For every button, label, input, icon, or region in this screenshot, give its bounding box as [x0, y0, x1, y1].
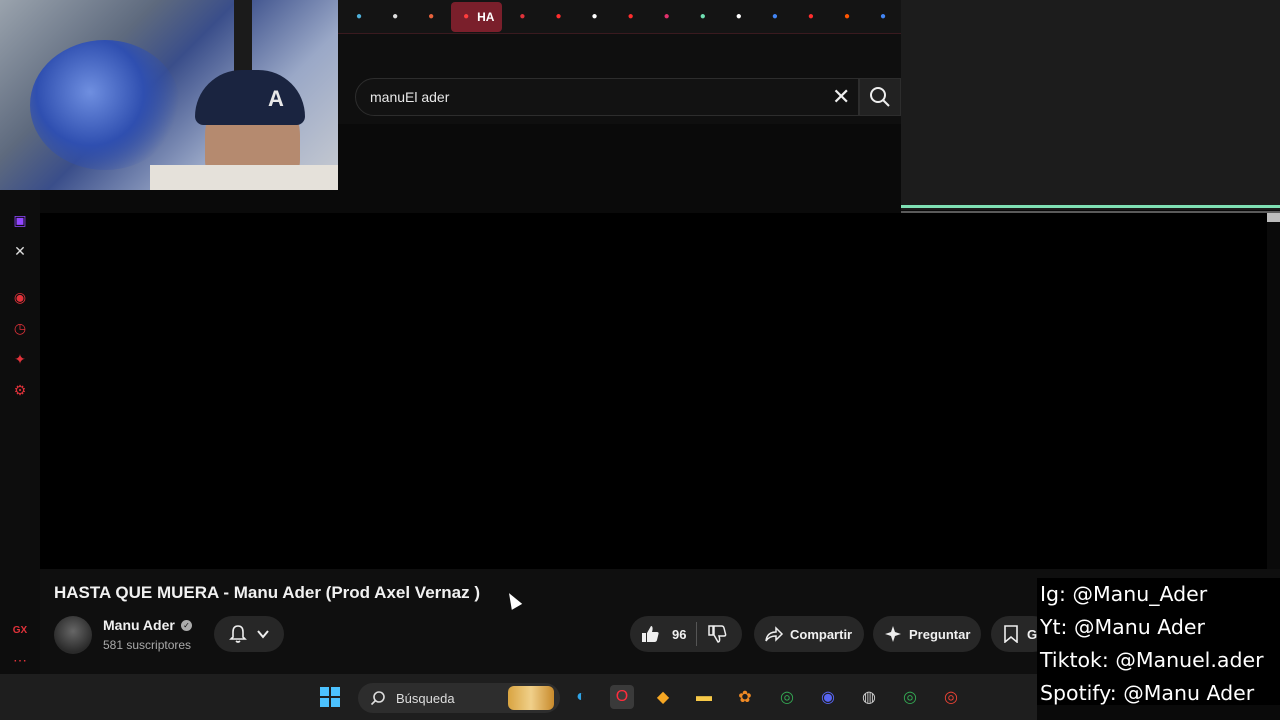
share-button[interactable]: Compartir — [754, 616, 864, 652]
youtube-icon: ● — [555, 11, 562, 22]
browser-tab[interactable]: ● — [757, 2, 793, 32]
edge-icon[interactable]: ◐ — [569, 685, 593, 709]
settings-icon[interactable]: ⚙ — [10, 380, 30, 400]
notifications-button[interactable] — [214, 616, 284, 652]
browser-tab[interactable]: ● — [793, 2, 829, 32]
browser-tab[interactable]: ● — [577, 2, 613, 32]
browser-tab[interactable]: ● — [504, 2, 540, 32]
player-icon[interactable]: ◉ — [10, 287, 30, 307]
bell-icon — [229, 625, 247, 643]
streamer-shirt — [150, 165, 338, 190]
edit-icon: ● — [699, 11, 706, 22]
gx-icon[interactable]: GX — [10, 620, 30, 640]
search-highlight-icon — [508, 686, 554, 710]
windows-start-icon[interactable] — [318, 685, 342, 709]
chevron-down-icon — [257, 630, 269, 639]
windows-taskbar: Búsqueda ◐ O ◆ ▬ ✿ ◎ ◉ ◍ ◎ ◎ — [0, 674, 1037, 720]
fl-studio-icon[interactable]: ✿ — [733, 685, 757, 709]
browser-tab[interactable]: ● — [721, 2, 757, 32]
social-spotify: Spotify: @Manu Ader — [1040, 681, 1255, 705]
google-icon: ● — [771, 11, 778, 22]
browser-tab[interactable]: ● — [413, 2, 449, 32]
orange-circle-icon: ● — [428, 11, 435, 22]
channel-avatar[interactable] — [54, 616, 92, 654]
sparkle-icon — [885, 626, 901, 642]
desktop: A ● ● ● ● HA ● ● ● ● ● ● ● ● ● ● ● manuEl ader ✕ ▣ ✕ ◉ … — [0, 0, 1280, 720]
search-icon — [370, 691, 385, 706]
map-icon: ● — [356, 11, 363, 22]
audio-icon: ● — [735, 11, 742, 22]
search-query[interactable]: manuEl ader — [370, 89, 449, 105]
youtube-icon: ● — [627, 11, 634, 22]
chrome-icon[interactable]: ◎ — [939, 685, 963, 709]
google-icon: ● — [880, 11, 887, 22]
search-icon — [870, 87, 890, 107]
cap-logo: A — [268, 86, 284, 111]
browser-tab[interactable]: ● — [540, 2, 576, 32]
browser-tab[interactable]: ● — [865, 2, 901, 32]
extensions-icon[interactable]: ✦ — [10, 349, 30, 369]
youtube-icon: ● — [807, 11, 814, 22]
share-label: Compartir — [790, 626, 853, 642]
instagram-icon: ● — [663, 11, 670, 22]
blue-light — [30, 40, 180, 170]
twitch-icon[interactable]: ▣ — [10, 210, 30, 230]
browser-tab[interactable]: ● — [377, 2, 413, 32]
video-player[interactable] — [40, 213, 1267, 569]
clear-search-icon[interactable]: ✕ — [832, 86, 850, 108]
tiktok-icon: ● — [591, 11, 598, 22]
search-button[interactable] — [859, 78, 901, 116]
video-title: HASTA QUE MUERA - Manu Ader (Prod Axel V… — [54, 583, 480, 602]
app-icon[interactable]: ◍ — [857, 685, 881, 709]
opera-sidebar: ▣ ✕ ◉ ◷ ✦ ⚙ GX ⋯ — [0, 190, 40, 674]
soundcloud-icon: ● — [843, 11, 851, 22]
dislike-button[interactable] — [697, 624, 737, 644]
verified-icon: ✓ — [181, 620, 192, 631]
bookmark-icon — [1004, 625, 1018, 643]
browser-tab[interactable]: ● — [649, 2, 685, 32]
x-icon[interactable]: ✕ — [10, 241, 30, 261]
kick-icon: ● — [392, 11, 399, 22]
brave-icon[interactable]: ◆ — [651, 685, 675, 709]
youtube-icon: ● — [463, 11, 470, 22]
discord-icon[interactable]: ◉ — [816, 685, 840, 709]
thumbs-down-icon — [708, 625, 727, 643]
webcam-overlay: A — [0, 0, 338, 190]
ask-button[interactable]: Preguntar — [873, 616, 981, 652]
browser-tab-bar: ● ● ● ● HA ● ● ● ● ● ● ● ● ● ● ● — [338, 0, 901, 34]
right-empty-panel — [901, 0, 1280, 210]
browser-tab[interactable]: ● HA — [451, 1, 503, 32]
taskbar-search[interactable]: Búsqueda — [358, 683, 560, 713]
social-overlay: Ig: @Manu_Ader Yt: @Manu Ader Tiktok: @M… — [1037, 578, 1280, 705]
chrome-icon[interactable]: ◎ — [775, 685, 799, 709]
browser-tab[interactable]: ● — [341, 2, 377, 32]
like-button[interactable]: 96 — [630, 624, 696, 644]
ask-label: Preguntar — [909, 626, 971, 642]
like-count: 96 — [672, 626, 687, 642]
social-instagram: Ig: @Manu_Ader — [1040, 582, 1208, 606]
history-icon[interactable]: ◷ — [10, 318, 30, 338]
thumbs-up-icon — [642, 626, 659, 642]
subscriber-count: 581 suscriptores — [103, 638, 192, 652]
channel-name[interactable]: Manu Ader — [103, 617, 175, 633]
chrome-icon[interactable]: ◎ — [898, 685, 922, 709]
streamer-cap — [195, 70, 305, 125]
like-dislike-group: 96 — [630, 616, 742, 652]
share-icon — [765, 626, 784, 642]
more-icon[interactable]: ⋯ — [10, 650, 30, 670]
tab-label: HA — [477, 9, 495, 24]
opera-gx-icon[interactable]: O — [610, 685, 634, 709]
file-explorer-icon[interactable]: ▬ — [692, 685, 716, 709]
social-tiktok: Tiktok: @Manuel.ader — [1040, 648, 1264, 672]
browser-tab[interactable]: ● — [829, 2, 865, 32]
social-youtube: Yt: @Manu Ader — [1040, 615, 1205, 639]
taskbar-search-label: Búsqueda — [396, 690, 455, 706]
browser-tab[interactable]: ● — [613, 2, 649, 32]
red-b-icon: ● — [519, 11, 526, 22]
browser-tab[interactable]: ● — [685, 2, 721, 32]
progress-line — [901, 205, 1280, 208]
